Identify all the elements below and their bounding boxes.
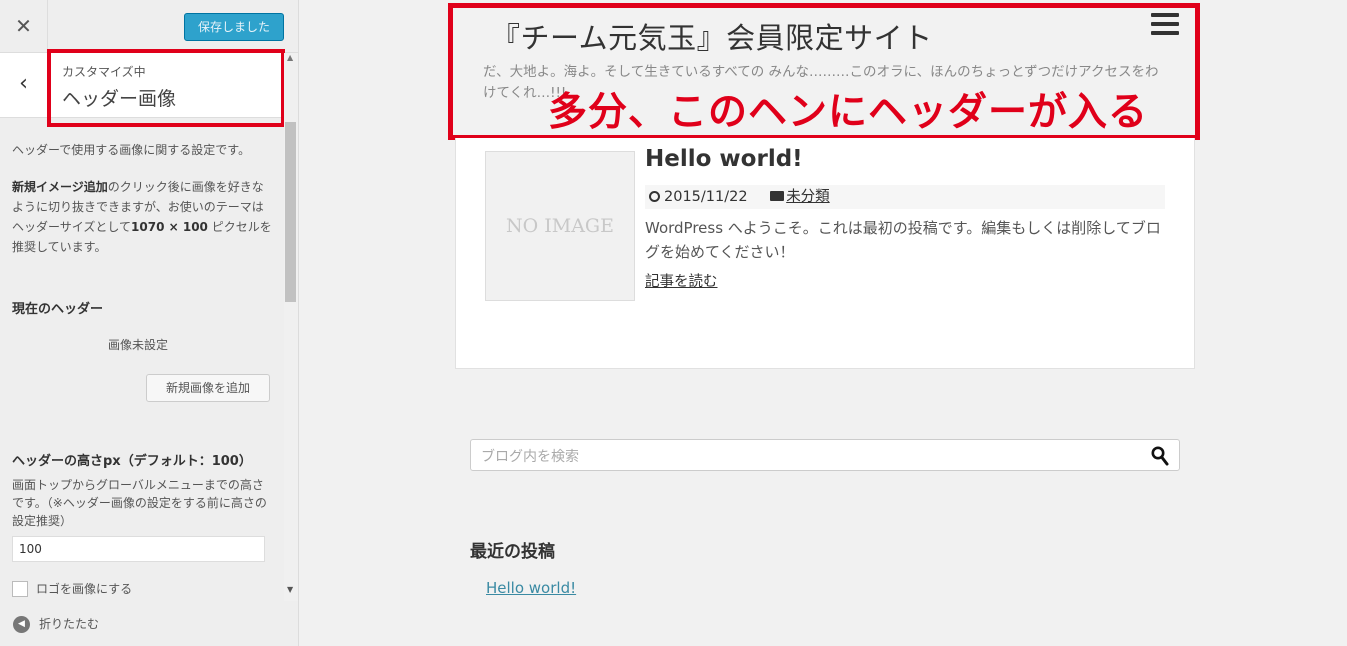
hamburger-menu-icon[interactable] — [1151, 13, 1179, 40]
post-date: 2015/11/22 — [664, 189, 748, 205]
logo-image-checkbox-label: ロゴを画像にする — [36, 582, 133, 596]
recent-post-link[interactable]: Hello world! — [486, 579, 576, 597]
folder-icon — [770, 191, 785, 201]
header-height-input[interactable]: 100 — [12, 536, 265, 562]
sidebar-body: ヘッダーで使用する画像に関する設定です。 新規イメージ追加のクリック後に画像を好… — [12, 140, 274, 597]
scrollbar-thumb[interactable] — [285, 122, 296, 302]
add-new-image-button[interactable]: 新規画像を追加 — [146, 374, 270, 402]
collapse-button[interactable]: ◀ 折りたたむ — [13, 615, 99, 633]
logo-image-option[interactable]: ロゴを画像にする — [12, 580, 132, 597]
section-subtitle: カスタマイズ中 — [62, 65, 146, 79]
post-thumbnail[interactable]: NO IMAGE — [485, 151, 635, 301]
chevron-left-icon: ‹ — [19, 71, 28, 96]
header-height-label: ヘッダーの高さpx（デフォルト：100） — [12, 454, 252, 469]
post-meta: 2015/11/22 未分類 — [645, 185, 1165, 209]
search-form[interactable]: ブログ内を検索 — [470, 439, 1180, 471]
instructions-strong: 新規イメージ追加 — [12, 180, 108, 194]
section-titles: カスタマイズ中 ヘッダー画像 — [62, 63, 176, 111]
post-title[interactable]: Hello world! — [645, 146, 803, 172]
save-button[interactable]: 保存しました — [184, 13, 284, 41]
back-button[interactable]: ‹ — [0, 53, 48, 117]
post-category-link[interactable]: 未分類 — [786, 189, 830, 205]
collapse-arrow-icon: ◀ — [13, 616, 30, 633]
clock-icon — [649, 191, 660, 202]
site-title[interactable]: 『チーム元気玉』会員限定サイト — [491, 15, 933, 57]
site-header: 『チーム元気玉』会員限定サイト だ、大地よ。海よ。そして生きているすべての みん… — [453, 5, 1195, 135]
customizer-sidebar: ✕ 保存しました ‹ カスタマイズ中 ヘッダー画像 ヘッダーで使用する画像に関す… — [0, 0, 299, 646]
scroll-up-arrow-icon[interactable]: ▲ — [287, 53, 293, 62]
section-description: ヘッダーで使用する画像に関する設定です。 — [12, 143, 251, 157]
header-size-instructions: 新規イメージ追加のクリック後に画像を好きなように切り抜きできますが、お使いのテー… — [12, 177, 274, 257]
current-header-label: 現在のヘッダー — [12, 302, 104, 317]
read-more-link[interactable]: 記事を読む — [645, 270, 718, 291]
recent-posts-heading: 最近の投稿 — [470, 542, 555, 562]
post-card: NO IMAGE Hello world! 2015/11/22 未分類 Wor… — [455, 138, 1195, 369]
search-icon[interactable] — [1151, 446, 1169, 466]
sidebar-header: ✕ 保存しました — [0, 0, 298, 53]
logo-image-checkbox[interactable] — [12, 580, 28, 597]
collapse-label: 折りたたむ — [39, 617, 100, 631]
sidebar-scrollbar[interactable]: ▲ ▼ — [284, 53, 298, 601]
scroll-down-arrow-icon[interactable]: ▼ — [287, 585, 293, 594]
post-excerpt: WordPress へようこそ。これは最初の投稿です。編集もしくは削除してブログ… — [645, 219, 1161, 261]
no-image-label: 画像未設定 — [108, 338, 169, 352]
close-button[interactable]: ✕ — [0, 0, 48, 52]
close-icon: ✕ — [15, 14, 32, 38]
header-height-description: 画面トップからグローバルメニューまでの高さです。（※ヘッダー画像の設定をする前に… — [12, 478, 267, 528]
header-annotation: 多分、このヘンにヘッダーが入る — [548, 90, 1149, 135]
search-input[interactable]: ブログ内を検索 — [481, 446, 579, 466]
section-title: ヘッダー画像 — [62, 88, 177, 110]
section-header: ‹ カスタマイズ中 ヘッダー画像 — [0, 53, 284, 118]
instructions-size: 1070 × 100 — [131, 220, 208, 234]
